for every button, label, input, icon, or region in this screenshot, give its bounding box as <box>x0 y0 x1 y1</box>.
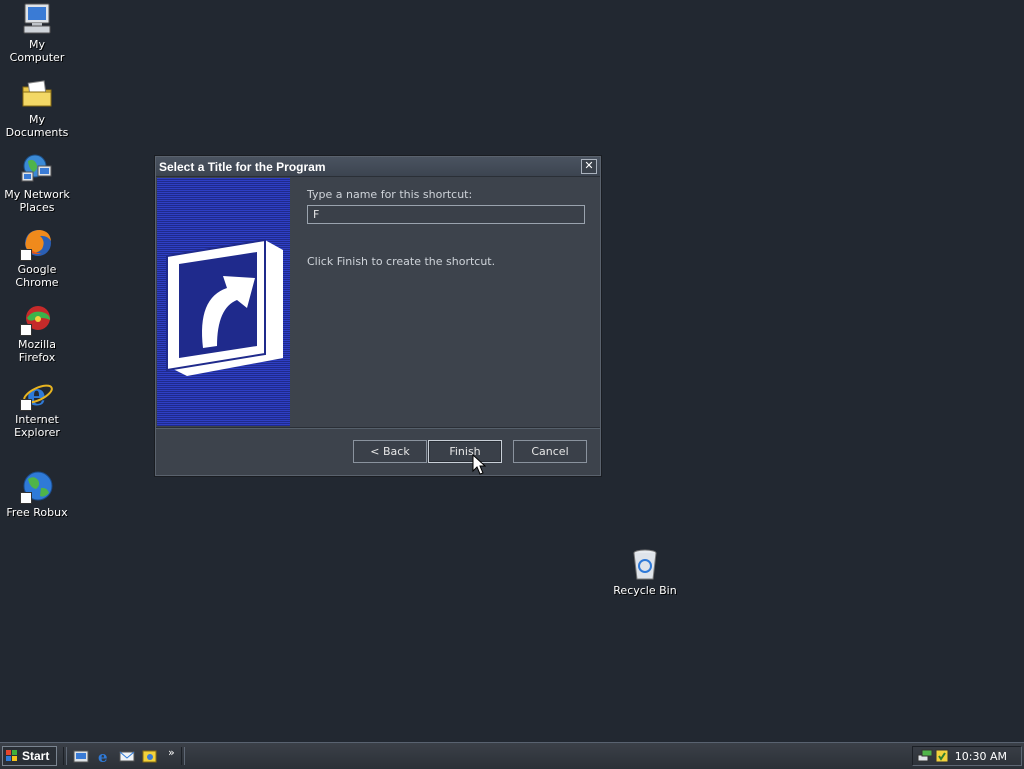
taskbar-divider <box>63 747 67 765</box>
back-button[interactable]: < Back <box>353 440 427 463</box>
free-robux-shortcut[interactable]: Free Robux <box>0 470 74 519</box>
my-network-places-shortcut[interactable]: My Network Places <box>0 152 74 214</box>
icon-label: Free Robux <box>6 506 68 519</box>
finish-button[interactable]: Finish <box>428 440 502 463</box>
globe-icon <box>20 470 54 504</box>
show-desktop-icon[interactable] <box>73 748 89 764</box>
icon-label: My Network Places <box>4 188 70 214</box>
taskbar-divider <box>181 747 185 765</box>
shortcut-arrow-icon <box>20 492 32 504</box>
system-tray: 10:30 AM <box>912 746 1022 766</box>
taskbar: Start e » 10:30 AM <box>0 742 1024 769</box>
shortcut-name-input[interactable] <box>307 205 585 224</box>
shortcut-name-label: Type a name for this shortcut: <box>307 188 473 201</box>
cancel-button[interactable]: Cancel <box>513 440 587 463</box>
finish-hint-text: Click Finish to create the shortcut. <box>307 255 496 268</box>
internet-explorer-icon: e <box>20 377 54 413</box>
svg-text:e: e <box>98 748 108 764</box>
google-chrome-shortcut[interactable]: Google Chrome <box>0 227 74 289</box>
quicklaunch-more-icon[interactable]: » <box>168 746 175 759</box>
close-icon: ✕ <box>584 159 594 172</box>
shortcut-arrow-icon <box>20 249 32 261</box>
my-computer-shortcut[interactable]: My Computer <box>0 2 74 64</box>
recycle-bin-icon <box>628 548 662 582</box>
close-button[interactable]: ✕ <box>581 159 597 174</box>
dialog-title: Select a Title for the Program <box>159 160 326 174</box>
icon-label: My Documents <box>5 113 69 139</box>
media-player-icon[interactable] <box>142 748 158 764</box>
dialog-titlebar[interactable]: Select a Title for the Program ✕ <box>156 157 600 177</box>
icon-label: Internet Explorer <box>14 413 60 439</box>
my-documents-shortcut[interactable]: My Documents <box>0 77 74 139</box>
wizard-side-image <box>157 178 290 426</box>
icon-label: Recycle Bin <box>613 584 677 597</box>
browser-globe-icon <box>20 227 54 261</box>
mail-icon[interactable] <box>119 748 135 764</box>
network-tray-icon[interactable] <box>917 749 933 763</box>
recycle-bin-shortcut[interactable]: Recycle Bin <box>608 548 682 597</box>
internet-explorer-quicklaunch-icon[interactable]: e <box>96 748 112 764</box>
create-shortcut-dialog: Select a Title for the Program ✕ Type a … <box>155 156 601 476</box>
start-label: Start <box>22 749 50 763</box>
start-button[interactable]: Start <box>2 746 57 766</box>
mouse-cursor-icon <box>472 454 486 475</box>
shortcut-arrow-icon <box>20 324 32 336</box>
computer-icon <box>20 2 54 36</box>
shortcut-arrow-graphic-icon <box>166 238 283 376</box>
folder-icon <box>20 77 54 111</box>
icon-label: My Computer <box>9 38 65 64</box>
dialog-divider <box>156 427 600 429</box>
network-icon <box>20 152 54 186</box>
internet-explorer-shortcut[interactable]: e Internet Explorer <box>0 377 74 439</box>
icon-label: Mozilla Firefox <box>18 338 56 364</box>
mozilla-firefox-shortcut[interactable]: Mozilla Firefox <box>0 302 74 364</box>
shortcut-arrow-icon <box>20 399 32 411</box>
icon-label: Google Chrome <box>15 263 59 289</box>
security-tray-icon[interactable] <box>935 749 949 763</box>
windows-logo-icon <box>6 750 17 761</box>
browser-ball-icon <box>20 302 54 336</box>
clock: 10:30 AM <box>954 750 1007 763</box>
